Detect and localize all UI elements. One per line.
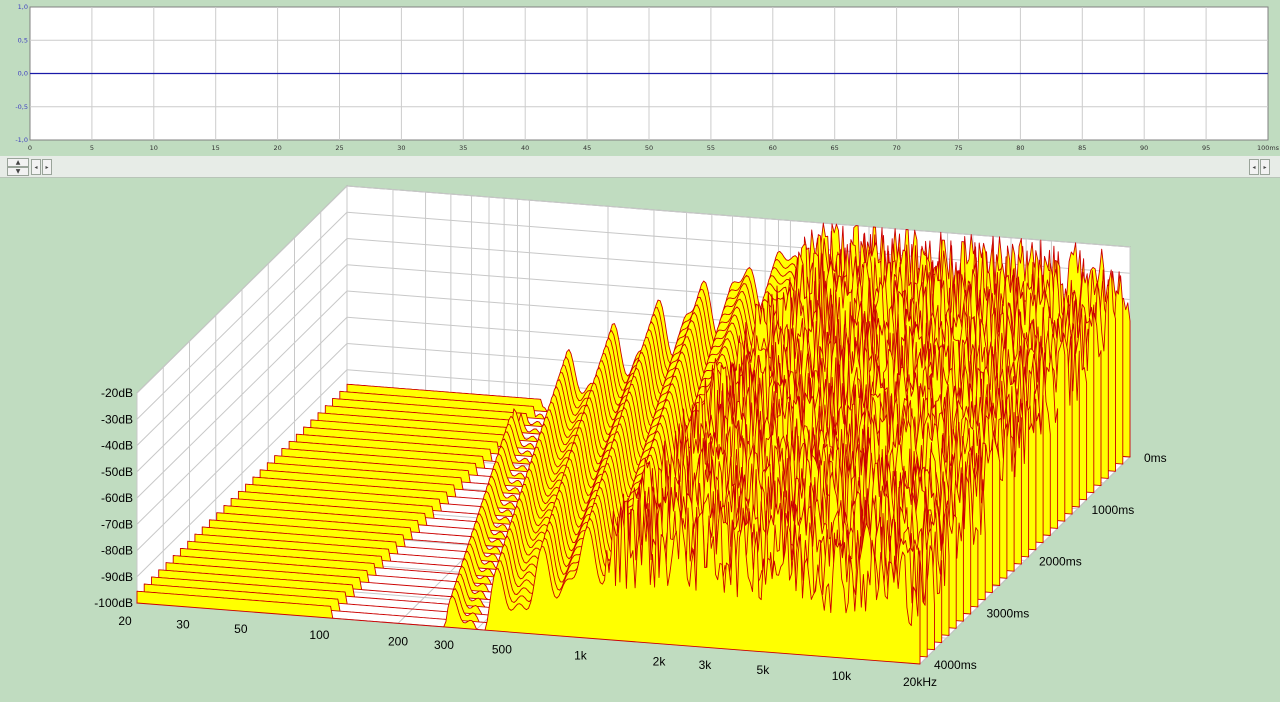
waveform-x-tick-label: 70 [892,144,900,152]
waveform-x-tick-label: 5 [90,144,94,152]
waveform-x-tick-label: 50 [645,144,653,152]
waveform-x-tick-label: 40 [521,144,529,152]
waveform-x-tick-label: 0 [28,144,32,152]
freq-tick-label: 10k [832,669,852,683]
time-tick-label: 3000ms [987,606,1030,620]
waveform-y-tick-label: -0,5 [15,103,28,111]
waveform-y-tick-label: 1,0 [18,3,28,11]
scroll-end-left-button[interactable]: ◂ [1249,159,1259,175]
time-tick-label: 1000ms [1092,503,1135,517]
waveform-x-tick-label: 85 [1078,144,1086,152]
freq-tick-label: 1k [574,649,588,663]
db-tick-label: -50dB [101,465,133,479]
waveform-x-tick-label: 75 [954,144,962,152]
db-tick-label: -70dB [101,517,133,531]
zoom-in-button[interactable]: ▲ [7,158,29,167]
waveform-x-tick-label: 55 [707,144,715,152]
freq-tick-label: 2k [653,655,667,669]
freq-tick-label: 20kHz [903,675,937,689]
scroll-end-right-button[interactable]: ▸ [1260,159,1270,175]
db-tick-label: -40dB [101,439,133,453]
waveform-x-tick-label: 80 [1016,144,1024,152]
waveform-x-tick-label: 10 [150,144,158,152]
time-tick-label: 2000ms [1039,555,1082,569]
scroll-right-button[interactable]: ▸ [42,159,52,175]
db-tick-label: -90dB [101,570,133,584]
time-tick-label: 4000ms [934,658,977,672]
db-tick-label: -30dB [101,412,133,426]
waveform-x-tick-label: 15 [212,144,220,152]
waterfall-chart: -20dB -30dB -40dB -50dB -60dB -70dB -80dB -90dB… [94,184,1167,689]
waveform-y-tick-label: 0,0 [18,70,28,78]
waveform-x-tick-label: 45 [583,144,591,152]
waveform-x-tick-label: 30 [397,144,405,152]
scroll-left-button[interactable]: ◂ [31,159,41,175]
freq-tick-label: 5k [757,663,771,677]
zoom-out-button[interactable]: ▼ [7,167,29,176]
db-tick-label: -80dB [101,544,133,558]
db-tick-label: -20dB [101,386,133,400]
freq-tick-label: 20 [118,614,132,628]
waveform-x-tick-label: 100ms [1257,144,1280,152]
db-tick-label: -100dB [94,596,133,610]
waveform-y-tick-label: -1,0 [15,136,28,144]
waveform-x-tick-label: 90 [1140,144,1148,152]
waveform-x-tick-label: 65 [831,144,839,152]
freq-tick-label: 30 [176,618,190,632]
db-tick-label: -60dB [101,491,133,505]
timeline-scrollbar[interactable]: ▲ ▼ ◂ ▸ ◂ ▸ [0,156,1280,178]
waveform-panel: 0 5 10 15 20 25 30 35 40 45 50 55 60 65 70 75 80 85 90 95 10… [0,0,1280,156]
waveform-x-tick-label: 20 [273,144,281,152]
freq-tick-label: 200 [388,634,408,648]
waveform-x-tick-label: 60 [769,144,777,152]
freq-tick-label: 50 [234,622,248,636]
freq-tick-label: 500 [492,642,512,656]
waveform-x-tick-label: 25 [335,144,343,152]
waveform-x-tick-label: 35 [459,144,467,152]
freq-tick-label: 3k [699,658,713,672]
time-tick-label: 0ms [1144,451,1167,465]
waveform-chart: 0 5 10 15 20 25 30 35 40 45 50 55 60 65 70 75 80 85 90 95 10… [15,3,1280,152]
freq-tick-label: 300 [434,638,454,652]
freq-tick-label: 100 [309,628,329,642]
waveform-x-tick-label: 95 [1202,144,1210,152]
waveform-y-tick-label: 0,5 [18,36,28,44]
